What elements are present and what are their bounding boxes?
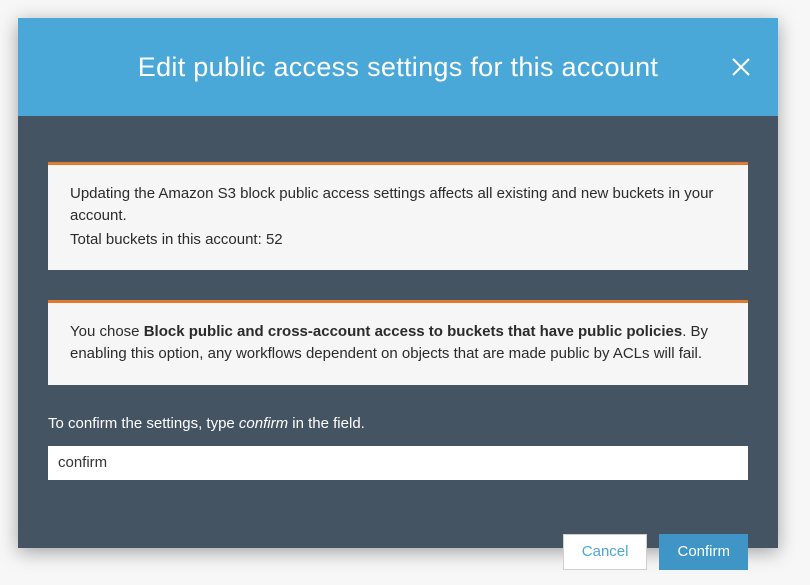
confirm-input[interactable] (48, 446, 748, 480)
modal-footer: Cancel Confirm (18, 500, 778, 570)
warning-box-policy: You chose Block public and cross-account… (48, 300, 748, 385)
modal-title: Edit public access settings for this acc… (138, 52, 658, 83)
confirm-instruction: To confirm the settings, type confirm in… (48, 415, 748, 432)
warning-text-line2: Total buckets in this account: 52 (70, 229, 726, 251)
warning-box-buckets: Updating the Amazon S3 block public acce… (48, 162, 748, 270)
modal-dialog: Edit public access settings for this acc… (18, 18, 778, 548)
close-button[interactable] (726, 52, 756, 82)
confirm-button[interactable]: Confirm (659, 534, 748, 570)
policy-text-prefix: You chose (70, 323, 144, 340)
confirm-instruction-suffix: in the field. (288, 415, 365, 432)
bucket-count-value: 52 (266, 231, 283, 248)
bucket-count-prefix: Total buckets in this account: (70, 231, 266, 248)
close-icon (730, 56, 752, 78)
warning-text-line1: Updating the Amazon S3 block public acce… (70, 183, 726, 227)
confirm-instruction-keyword: confirm (239, 415, 288, 432)
page-backdrop: Edit public access settings for this acc… (0, 0, 810, 585)
modal-header: Edit public access settings for this acc… (18, 18, 778, 116)
cancel-button[interactable]: Cancel (563, 534, 648, 570)
modal-body: Updating the Amazon S3 block public acce… (18, 116, 778, 500)
policy-text-bold: Block public and cross-account access to… (144, 323, 683, 340)
confirm-instruction-prefix: To confirm the settings, type (48, 415, 239, 432)
